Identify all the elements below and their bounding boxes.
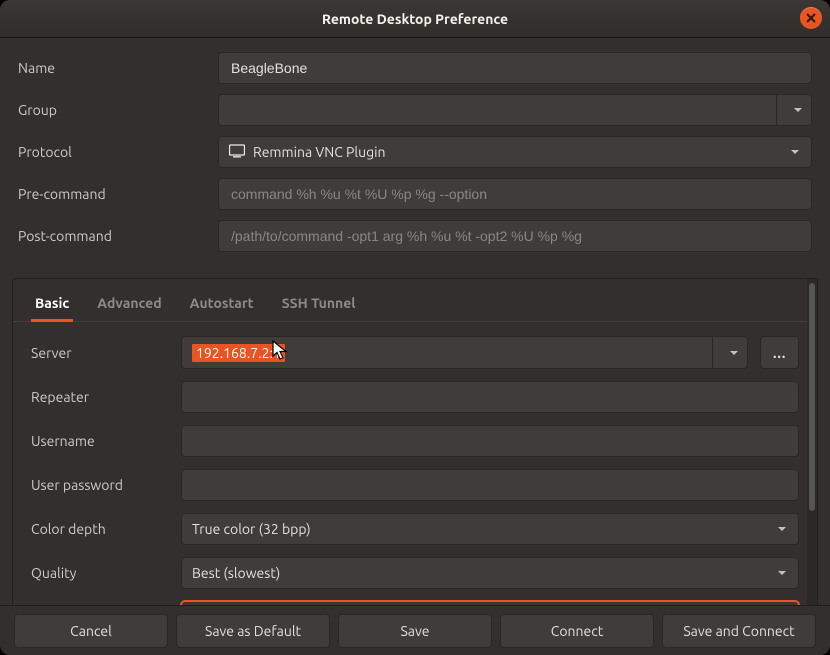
save-button[interactable]: Save <box>338 614 492 648</box>
repeater-field[interactable] <box>192 388 788 406</box>
row-server: Server 192.168.7.2:1 ... <box>31 336 799 369</box>
row-username: Username <box>31 425 799 457</box>
name-input[interactable] <box>218 52 812 84</box>
username-input[interactable] <box>181 425 799 457</box>
color-depth-select[interactable]: True color (32 bpp) <box>181 513 799 545</box>
user-password-input[interactable] <box>181 469 799 501</box>
chevron-down-icon <box>768 523 788 535</box>
username-label: Username <box>31 433 181 449</box>
row-group: Group <box>18 94 812 126</box>
connect-button[interactable]: Connect <box>500 614 654 648</box>
tab-strip: Basic Advanced Autostart SSH Tunnel <box>13 279 817 322</box>
quality-value: Best (slowest) <box>192 565 280 581</box>
tab-ssh-tunnel[interactable]: SSH Tunnel <box>280 289 358 321</box>
server-more-button[interactable]: ... <box>760 336 799 369</box>
pre-command-field[interactable] <box>229 185 801 203</box>
post-command-input[interactable] <box>218 220 812 252</box>
quality-select[interactable]: Best (slowest) <box>181 557 799 589</box>
window-title: Remote Desktop Preference <box>322 11 508 27</box>
group-entry[interactable] <box>218 94 776 126</box>
row-user-password: User password <box>31 469 799 501</box>
row-protocol: Protocol Remmina VNC Plugin <box>18 136 812 168</box>
row-repeater: Repeater <box>31 381 799 413</box>
scrollbar-thumb[interactable] <box>809 283 815 511</box>
name-input-field[interactable] <box>229 59 801 77</box>
group-combo[interactable] <box>218 94 812 126</box>
server-dropdown-button[interactable] <box>712 336 748 369</box>
tabs-container: Basic Advanced Autostart SSH Tunnel Serv… <box>12 278 818 624</box>
protocol-label: Protocol <box>18 144 218 160</box>
row-pre-command: Pre-command <box>18 178 812 210</box>
server-label: Server <box>31 345 181 361</box>
color-depth-value: True color (32 bpp) <box>192 521 311 537</box>
row-color-depth: Color depth True color (32 bpp) <box>31 513 799 545</box>
save-and-connect-button[interactable]: Save and Connect <box>662 614 816 648</box>
server-value: 192.168.7.2:1 <box>192 344 285 362</box>
repeater-label: Repeater <box>31 389 181 405</box>
monitor-icon <box>229 143 245 162</box>
tab-basic[interactable]: Basic <box>33 289 71 321</box>
post-command-field[interactable] <box>229 227 801 245</box>
dialog-footer: Cancel Save as Default Save Connect Save… <box>0 605 830 655</box>
pre-command-input[interactable] <box>218 178 812 210</box>
post-command-label: Post-command <box>18 228 218 244</box>
quality-label: Quality <box>31 565 181 581</box>
save-as-default-button[interactable]: Save as Default <box>176 614 330 648</box>
dialog-window: Remote Desktop Preference Name Group <box>0 0 830 655</box>
server-combo[interactable]: 192.168.7.2:1 <box>181 336 748 369</box>
user-password-field[interactable] <box>192 476 788 494</box>
ellipsis-icon: ... <box>773 345 786 361</box>
chevron-down-icon <box>768 567 788 579</box>
protocol-select[interactable]: Remmina VNC Plugin <box>218 136 812 168</box>
close-button[interactable] <box>800 7 822 29</box>
cancel-button[interactable]: Cancel <box>14 614 168 648</box>
color-depth-label: Color depth <box>31 521 181 537</box>
pre-command-label: Pre-command <box>18 186 218 202</box>
server-entry[interactable]: 192.168.7.2:1 <box>181 336 712 369</box>
name-label: Name <box>18 60 218 76</box>
chevron-down-icon <box>720 347 740 359</box>
titlebar: Remote Desktop Preference <box>0 0 830 38</box>
user-password-label: User password <box>31 477 181 493</box>
general-form: Name Group <box>0 38 830 272</box>
chevron-down-icon <box>784 104 804 116</box>
repeater-input[interactable] <box>181 381 799 413</box>
basic-tab-body: Server 192.168.7.2:1 ... <box>13 322 817 623</box>
username-field[interactable] <box>192 432 788 450</box>
row-quality: Quality Best (slowest) <box>31 557 799 589</box>
group-dropdown-button[interactable] <box>776 94 812 126</box>
tab-advanced[interactable]: Advanced <box>95 289 163 321</box>
row-name: Name <box>18 52 812 84</box>
row-post-command: Post-command <box>18 220 812 252</box>
group-label: Group <box>18 102 218 118</box>
basic-scrollbar[interactable] <box>807 279 817 623</box>
close-icon <box>806 13 816 23</box>
protocol-value: Remmina VNC Plugin <box>253 144 386 160</box>
tab-autostart[interactable]: Autostart <box>188 289 256 321</box>
chevron-down-icon <box>781 146 801 158</box>
